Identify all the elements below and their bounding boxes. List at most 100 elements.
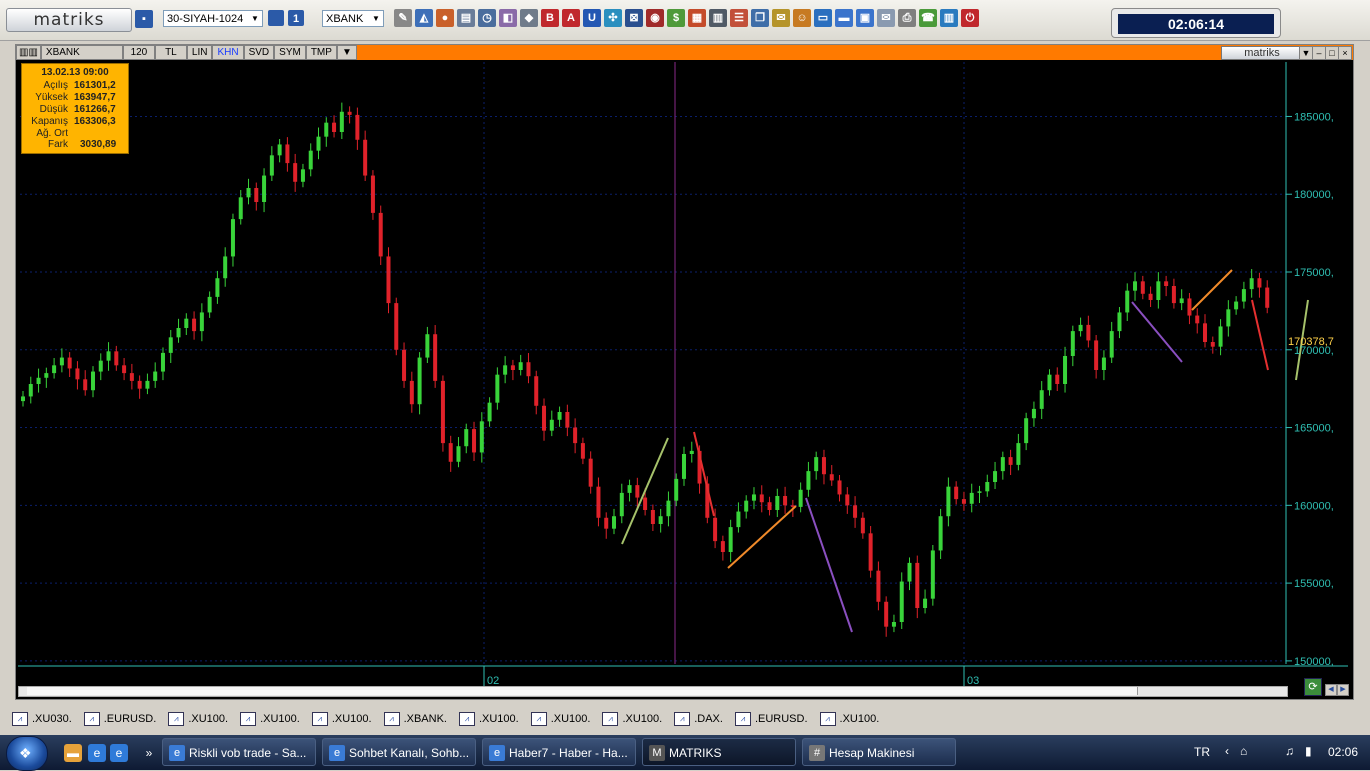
chart-icon: ⩘: [734, 712, 751, 726]
symbol-tab-label: .XU100.: [622, 713, 663, 725]
symbol-tab[interactable]: ⩘ .XU100.: [311, 712, 372, 726]
symbol-tab[interactable]: ⩘ .XU100.: [602, 712, 662, 726]
ie-icon[interactable]: e: [88, 744, 106, 762]
tab-candle[interactable]: KHN: [212, 45, 244, 60]
symbol-select[interactable]: XBANK ▼: [322, 10, 384, 27]
minimize-icon[interactable]: ▬: [835, 9, 853, 27]
chat-icon[interactable]: ✉: [772, 9, 790, 27]
symbol-tab[interactable]: ⩘ .XU100.: [530, 712, 590, 726]
taskbar-button[interactable]: # Hesap Makinesi: [802, 738, 956, 766]
person-icon[interactable]: ☺: [793, 9, 811, 27]
chevron-down-icon[interactable]: ▼: [370, 12, 382, 25]
tab-volume[interactable]: SVD: [243, 45, 275, 60]
books-icon[interactable]: ▥: [940, 9, 958, 27]
folder-icon[interactable]: ▬: [64, 744, 82, 762]
chart-menu-icon[interactable]: ▥▥: [16, 45, 41, 60]
layout-select[interactable]: 30-SIYAH-1024 ▼: [163, 10, 263, 27]
chart-icon: ⩘: [530, 712, 547, 726]
tab-template[interactable]: TMP: [305, 45, 337, 60]
volume-icon[interactable]: ♫: [1285, 744, 1294, 758]
chevron-right-icon[interactable]: »: [140, 744, 158, 762]
symbol-tab[interactable]: ⩘ .XU100.: [168, 712, 228, 726]
news2-icon[interactable]: ▦: [688, 9, 706, 27]
restore-icon[interactable]: ▣: [856, 9, 874, 27]
bold-icon[interactable]: B: [541, 9, 559, 27]
ie-icon[interactable]: e: [110, 744, 128, 762]
chart-icon: ⩘: [458, 712, 475, 726]
symbol-tab[interactable]: ⩘ .XU100.: [240, 712, 300, 726]
taskbar-button-label: Sohbet Kanalı, Sohb...: [349, 746, 470, 760]
portfolio-icon[interactable]: ◆: [520, 9, 538, 27]
blue-square-icon[interactable]: [268, 10, 284, 26]
symbol-tab[interactable]: ⩘ .XU030.: [12, 712, 72, 726]
money-icon[interactable]: $: [667, 9, 685, 27]
chart-window: ▥▥ XBANK 120 TL LIN KHN SVD SYM TMP ▼ ma…: [15, 44, 1354, 700]
chart-symbol[interactable]: XBANK: [40, 45, 123, 60]
calc-icon[interactable]: ▥: [709, 9, 727, 27]
globe-icon[interactable]: ●: [436, 9, 454, 27]
start-button[interactable]: ❖: [6, 736, 48, 771]
u-icon[interactable]: U: [583, 9, 601, 27]
chart-icon: ⩘: [168, 712, 185, 726]
layout-select-value: 30-SIYAH-1024: [167, 13, 244, 25]
tab-currency[interactable]: TL: [154, 45, 187, 60]
symbol-tab-label: .XU100.: [478, 713, 519, 725]
network-icon[interactable]: ⊠: [625, 9, 643, 27]
chart-icon: ⩘: [240, 712, 257, 726]
mail-icon[interactable]: ✉: [877, 9, 895, 27]
close-icon[interactable]: ×: [1338, 46, 1352, 60]
taskbar-button[interactable]: M MATRIKS: [642, 738, 796, 766]
chevron-down-icon[interactable]: ▼: [336, 45, 357, 60]
eye-icon[interactable]: ◉: [646, 9, 664, 27]
refresh-icon[interactable]: ⟳: [1304, 678, 1322, 696]
tab-period[interactable]: 120: [122, 45, 155, 60]
symbol-tab[interactable]: ⩘ .EURUSD.: [83, 712, 156, 726]
chevron-left-icon[interactable]: ‹: [1225, 744, 1229, 758]
ie-icon: e: [169, 745, 185, 761]
network-icon[interactable]: ⌂: [1240, 744, 1247, 758]
minimize-icon[interactable]: –: [1312, 46, 1326, 60]
tab-scale[interactable]: LIN: [186, 45, 213, 60]
grid-icon[interactable]: ✣: [604, 9, 622, 27]
scrollbar-thumb[interactable]: [27, 687, 1138, 695]
language-indicator[interactable]: TR: [1194, 745, 1210, 759]
scroll-right-icon[interactable]: ▶: [1337, 684, 1349, 696]
symbol-tab[interactable]: ⩘ .DAX.: [674, 712, 723, 726]
a-icon[interactable]: A: [562, 9, 580, 27]
tab-symbol[interactable]: SYM: [274, 45, 306, 60]
taskbar-button[interactable]: e Sohbet Kanalı, Sohb...: [322, 738, 476, 766]
save-icon[interactable]: ▪: [135, 10, 153, 28]
taskbar-button-label: Haber7 - Haber - Ha...: [509, 746, 628, 760]
taskbar-button[interactable]: e Haber7 - Haber - Ha...: [482, 738, 636, 766]
info-value: 3030,89: [80, 139, 117, 150]
window-icon[interactable]: ❐: [751, 9, 769, 27]
taskbar-button[interactable]: e Riskli vob trade - Sa...: [162, 738, 316, 766]
crosshair-icon[interactable]: ✎: [394, 9, 412, 27]
table-icon[interactable]: ▤: [457, 9, 475, 27]
chart-scrollbar[interactable]: [18, 686, 1288, 697]
symbol-tab[interactable]: ⩘ .XU100.: [819, 712, 879, 726]
info-icon[interactable]: 1: [288, 10, 304, 26]
battery-icon[interactable]: ▮: [1305, 744, 1312, 758]
exit-icon[interactable]: ⏻: [961, 9, 979, 27]
chevron-down-icon[interactable]: ▼: [249, 12, 261, 25]
symbol-tab[interactable]: ⩘ .XBANK.: [383, 712, 447, 726]
maximize-icon[interactable]: □: [1325, 46, 1339, 60]
dropdown-icon[interactable]: ▼: [1299, 46, 1313, 60]
clock-icon[interactable]: ◷: [478, 9, 496, 27]
print-icon[interactable]: ⎙: [898, 9, 916, 27]
symbol-tab-label: .XU100.: [260, 713, 300, 725]
scroll-left-icon[interactable]: ◀: [1325, 684, 1337, 696]
filter-icon[interactable]: ☰: [730, 9, 748, 27]
symbol-tab[interactable]: ⩘ .EURUSD.: [734, 712, 808, 726]
phone-icon[interactable]: ☎: [919, 9, 937, 27]
taskbar-button-label: Hesap Makinesi: [829, 746, 915, 760]
monitor-icon[interactable]: ▭: [814, 9, 832, 27]
app-icon: #: [809, 745, 825, 761]
symbol-tab[interactable]: ⩘ .XU100.: [458, 712, 519, 726]
chart-icon[interactable]: ◭: [415, 9, 433, 27]
symbol-tab-label: .DAX.: [694, 713, 723, 725]
tray-time[interactable]: 02:06: [1328, 745, 1358, 759]
news-icon[interactable]: ◧: [499, 9, 517, 27]
ohlc-info-box: 13.02.13 09:00 Açılış 161301,2 Yüksek 1639…: [21, 63, 129, 154]
